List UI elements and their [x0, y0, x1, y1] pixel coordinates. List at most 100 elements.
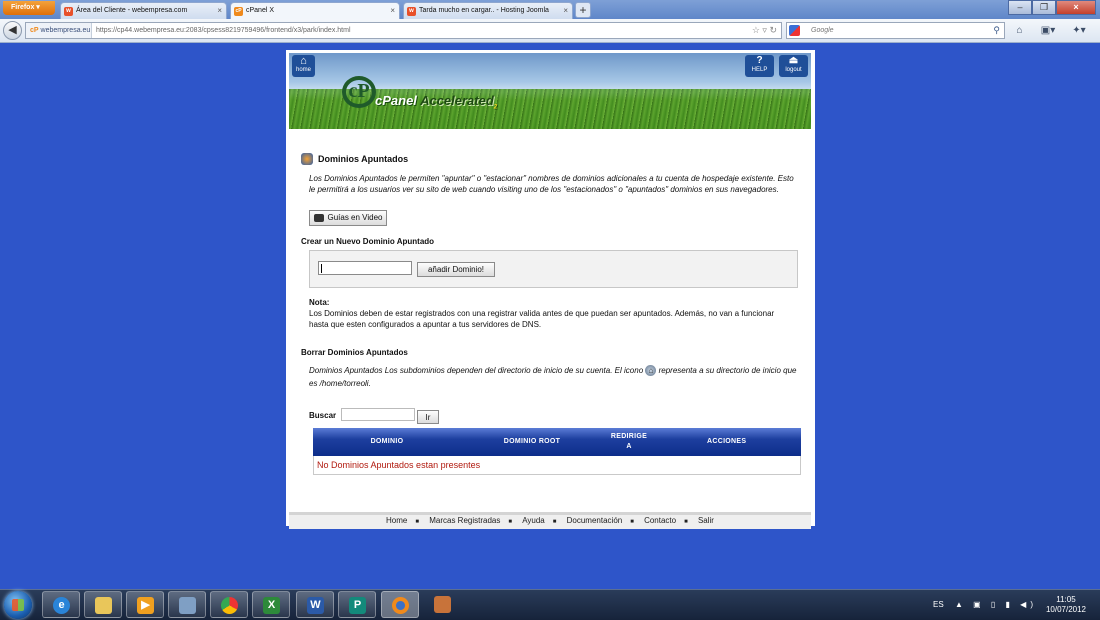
site-identity-button[interactable]: cP webempresa.eu: [26, 23, 92, 38]
webempresa-favicon-icon: w: [64, 7, 73, 16]
tab-close-icon[interactable]: ×: [563, 3, 568, 19]
taskbar-media-player[interactable]: ▶: [126, 591, 164, 618]
new-domain-input[interactable]: [318, 261, 412, 275]
restore-button[interactable]: ❐: [1032, 0, 1056, 15]
add-domain-button[interactable]: añadir Dominio!: [417, 262, 495, 277]
cpanel-logo: cPanel Accelerated2: [375, 93, 497, 111]
search-bar[interactable]: Google ⚲: [786, 22, 1005, 39]
video-guides-label: Guías en Video: [327, 213, 383, 222]
home-directory-icon: ⌂: [645, 365, 657, 377]
help-label: HELP: [751, 67, 768, 73]
logo-text: cPanel: [375, 93, 417, 108]
footer-link-logout[interactable]: Salir: [698, 516, 714, 525]
page-description: Los Dominios Apuntados le permiten "apun…: [309, 174, 794, 194]
parked-domains-table: Dominio Dominio Root Redirige a Acciones…: [313, 428, 801, 475]
addons-icon[interactable]: ✦▾: [1068, 22, 1090, 39]
footer-link-home[interactable]: Home: [386, 516, 407, 525]
camera-icon: [314, 214, 324, 222]
media-player-icon: ▶: [137, 597, 154, 614]
cpanel-logo-icon: cP: [30, 27, 39, 34]
empty-table-message: No Dominios Apuntados estan presentes: [313, 456, 801, 475]
tab-area-cliente[interactable]: w Área del Cliente - webempresa.com ×: [60, 2, 227, 19]
domain-search-input[interactable]: [341, 408, 415, 421]
cpanel-banner: ⌂ home ? HELP ⏏ logout cP cPanel Accelerate…: [289, 53, 811, 129]
taskbar-explorer[interactable]: [84, 591, 122, 618]
video-guides-button[interactable]: Guías en Video: [309, 210, 387, 226]
footer-link-help[interactable]: Ayuda: [522, 516, 545, 525]
tab-cpanel[interactable]: cP cPanel X ×: [230, 2, 400, 19]
home-button[interactable]: ⌂ home: [292, 55, 315, 77]
help-button[interactable]: ? HELP: [745, 55, 774, 77]
home-icon[interactable]: ⌂: [1011, 22, 1028, 39]
internet-explorer-icon: e: [53, 597, 70, 614]
navigation-toolbar: ◀ cP webempresa.eu https://cp44.webempre…: [0, 19, 1100, 43]
taskbar-internet-explorer[interactable]: e: [42, 591, 80, 618]
home-label: home: [295, 67, 311, 73]
clock[interactable]: 11:05 10/07/2012: [1046, 595, 1086, 615]
add-domain-form: añadir Dominio!: [309, 250, 798, 288]
start-button[interactable]: [4, 591, 32, 619]
minimize-button[interactable]: –: [1008, 0, 1032, 15]
help-icon: ?: [756, 55, 763, 66]
site-identity-label: webempresa.eu: [40, 27, 91, 34]
column-header-dominio[interactable]: Dominio: [313, 428, 461, 456]
tab-label: Tarda mucho en cargar.. - Hosting Joomla: [419, 7, 549, 14]
page-title: Dominios Apuntados: [301, 153, 409, 165]
tab-label: cPanel X: [246, 7, 275, 14]
footer-link-contact[interactable]: Contacto: [644, 516, 676, 525]
note-text: Los Dominios deben de estar registrados …: [309, 309, 775, 329]
word-icon: W: [307, 597, 324, 614]
taskbar-firefox[interactable]: [381, 591, 419, 618]
system-tray: ES ▲ ▣ ▯ ▮ ◀) 11:05 10/07/2012: [930, 590, 1100, 620]
toolbar-menu-icon[interactable]: ▣▾: [1037, 22, 1059, 39]
taskbar-network[interactable]: [168, 591, 206, 618]
logo-version: 2: [493, 104, 498, 111]
taskbar-word[interactable]: W: [296, 591, 334, 618]
url-bar[interactable]: cP webempresa.eu https://cp44.webempresa…: [25, 22, 782, 39]
logo-accent: Accelerated: [420, 93, 494, 108]
publisher-icon: P: [349, 597, 366, 614]
google-icon[interactable]: [789, 25, 800, 36]
webempresa-favicon-icon: w: [407, 7, 416, 16]
tray-icons[interactable]: ▲ ▣ ▯ ▮ ◀): [955, 600, 1037, 609]
excel-icon: X: [263, 597, 280, 614]
cpanel-page: ⌂ home ? HELP ⏏ logout cP cPanel Accelerate…: [286, 50, 815, 529]
column-header-dominio-root[interactable]: Dominio Root: [461, 428, 603, 456]
delete-domains-heading: Borrar Dominios Apuntados: [301, 348, 408, 357]
taskbar-app[interactable]: [424, 591, 462, 618]
page-title-text: Dominios Apuntados: [318, 154, 409, 164]
search-icon[interactable]: ⚲: [993, 23, 1000, 38]
back-button[interactable]: ◀: [3, 21, 22, 40]
cpanel-logo-mark: cP: [342, 76, 376, 108]
logout-label: logout: [785, 67, 802, 73]
firefox-menu-button[interactable]: Firefox ▾: [3, 1, 55, 15]
tab-label: Área del Cliente - webempresa.com: [76, 7, 188, 14]
app-icon: [434, 596, 451, 613]
close-window-button[interactable]: ×: [1056, 0, 1096, 15]
url-text: https://cp44.webempresa.eu:2083/cpsess82…: [96, 27, 351, 34]
search-placeholder: Google: [811, 27, 834, 34]
clock-time: 11:05: [1056, 595, 1076, 604]
logout-button[interactable]: ⏏ logout: [779, 55, 808, 77]
clock-date: 10/07/2012: [1045, 605, 1086, 614]
search-label: Buscar: [309, 411, 337, 420]
search-go-button[interactable]: Ir: [417, 410, 439, 424]
delete-desc-part1: Dominios Apuntados Los subdominios depen…: [309, 366, 644, 375]
new-tab-button[interactable]: +: [575, 2, 591, 18]
taskbar-excel[interactable]: X: [252, 591, 290, 618]
logout-icon: ⏏: [788, 55, 799, 66]
taskbar-chrome[interactable]: [210, 591, 248, 618]
column-header-redirige[interactable]: Redirige a: [603, 428, 655, 456]
footer-link-documentation[interactable]: Documentación: [567, 516, 623, 525]
tab-close-icon[interactable]: ×: [217, 3, 222, 19]
tab-close-icon[interactable]: ×: [390, 3, 395, 19]
bookmark-star-icon[interactable]: ☆ ▿ ↻: [752, 23, 777, 38]
page-footer: Home ■ Marcas Registradas ■ Ayuda ■ Documen…: [289, 512, 811, 529]
language-indicator[interactable]: ES: [933, 600, 944, 609]
window-controls: – ❐ ×: [1008, 0, 1096, 15]
table-header: Dominio Dominio Root Redirige a Acciones: [313, 428, 801, 456]
browser-tab-bar: Firefox ▾ w Área del Cliente - webempres…: [0, 0, 1100, 19]
tab-tarda-mucho[interactable]: w Tarda mucho en cargar.. - Hosting Joom…: [403, 2, 573, 19]
taskbar-publisher[interactable]: P: [338, 591, 376, 618]
footer-link-trademarks[interactable]: Marcas Registradas: [429, 516, 500, 525]
